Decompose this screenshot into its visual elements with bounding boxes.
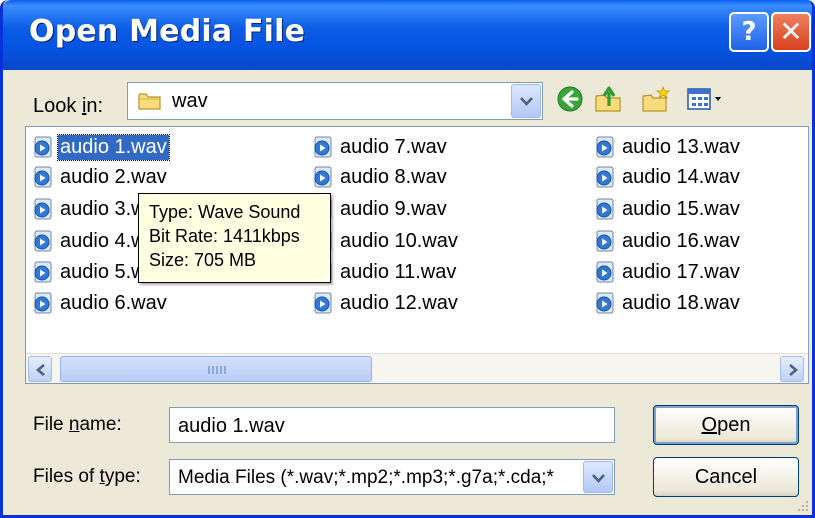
- open-button[interactable]: Open: [653, 405, 799, 445]
- file-name: audio 6.wav: [60, 291, 167, 314]
- view-menu-icon[interactable]: [685, 84, 727, 114]
- file-item[interactable]: audio 10.wav: [312, 227, 460, 255]
- file-item[interactable]: audio 1.wav: [32, 133, 170, 161]
- scroll-left-button[interactable]: [28, 356, 52, 382]
- tooltip-bitrate: Bit Rate: 1411kbps: [149, 226, 300, 246]
- scroll-thumb[interactable]: [60, 356, 372, 382]
- audio-file-icon: [34, 136, 52, 158]
- scroll-right-button[interactable]: [780, 356, 804, 382]
- file-info-tooltip: Type: Wave Sound Bit Rate: 1411kbps Size…: [138, 193, 331, 283]
- look-in-label: Look in:: [33, 95, 104, 117]
- file-name: audio 15.wav: [622, 197, 740, 220]
- file-name: audio 12.wav: [340, 291, 458, 314]
- file-name: audio 1.wav: [57, 133, 170, 161]
- audio-file-icon: [34, 261, 52, 283]
- new-folder-icon[interactable]: [641, 84, 671, 114]
- audio-file-icon: [34, 198, 52, 220]
- tooltip-type: Type: Wave Sound: [149, 202, 301, 222]
- file-name: audio 8.wav: [340, 165, 447, 188]
- audio-file-icon: [314, 136, 332, 158]
- folder-icon: [138, 93, 161, 110]
- audio-file-icon: [596, 230, 614, 252]
- back-icon[interactable]: [555, 84, 585, 114]
- cancel-button[interactable]: Cancel: [653, 457, 799, 497]
- chevron-right-icon: [789, 364, 798, 376]
- file-item[interactable]: audio 12.wav: [312, 289, 460, 317]
- help-button[interactable]: ?: [729, 12, 769, 52]
- scroll-grip: [208, 366, 226, 374]
- audio-file-icon: [596, 166, 614, 188]
- audio-file-icon: [34, 166, 52, 188]
- file-name: audio 2.wav: [60, 165, 167, 188]
- file-item[interactable]: audio 15.wav: [594, 195, 742, 223]
- open-media-file-dialog: Open Media File ? ✕ Look in: wav audio 1…: [0, 0, 815, 518]
- file-name: audio 10.wav: [340, 229, 458, 252]
- file-name: audio 14.wav: [622, 165, 740, 188]
- file-name: audio 11.wav: [340, 260, 457, 283]
- file-name-input[interactable]: audio 1.wav: [169, 407, 615, 443]
- file-item[interactable]: audio 6.wav: [32, 289, 169, 317]
- resize-grip-icon[interactable]: [794, 497, 810, 513]
- file-name: audio 13.wav: [622, 135, 740, 158]
- window-title: Open Media File: [29, 14, 306, 49]
- file-item[interactable]: audio 7.wav: [312, 133, 449, 161]
- audio-file-icon: [34, 292, 52, 314]
- file-type-value: Media Files (*.wav;*.mp2;*.mp3;*.g7a;*.c…: [178, 467, 554, 488]
- audio-file-icon: [596, 261, 614, 283]
- look-in-value: wav: [172, 90, 208, 112]
- tooltip-size: Size: 705 MB: [149, 250, 257, 270]
- file-type-dropdown[interactable]: Media Files (*.wav;*.mp2;*.mp3;*.g7a;*.c…: [169, 459, 615, 495]
- look-in-dropdown-button[interactable]: [511, 84, 541, 118]
- file-name: audio 17.wav: [622, 260, 740, 283]
- audio-file-icon: [34, 230, 52, 252]
- file-item[interactable]: audio 2.wav: [32, 163, 169, 191]
- audio-file-icon: [596, 198, 614, 220]
- title-bar[interactable]: Open Media File ? ✕: [3, 0, 812, 70]
- audio-file-icon: [596, 136, 614, 158]
- file-name: audio 7.wav: [340, 135, 447, 158]
- close-button[interactable]: ✕: [771, 12, 811, 52]
- file-item[interactable]: audio 13.wav: [594, 133, 742, 161]
- file-item[interactable]: audio 16.wav: [594, 227, 742, 255]
- file-item[interactable]: audio 8.wav: [312, 163, 449, 191]
- file-item[interactable]: audio 9.wav: [312, 195, 449, 223]
- chevron-down-icon: [520, 97, 533, 106]
- look-in-dropdown[interactable]: wav: [127, 82, 543, 120]
- file-item[interactable]: audio 11.wav: [312, 258, 458, 286]
- file-type-dropdown-button[interactable]: [583, 461, 613, 493]
- close-icon: ✕: [779, 15, 803, 48]
- audio-file-icon: [314, 166, 332, 188]
- help-icon: ?: [741, 17, 757, 47]
- file-name: audio 16.wav: [622, 229, 740, 252]
- file-name: audio 18.wav: [622, 291, 740, 314]
- file-name-label: File name:: [33, 414, 122, 435]
- file-name: audio 9.wav: [340, 197, 447, 220]
- chevron-left-icon: [36, 364, 45, 376]
- file-item[interactable]: audio 18.wav: [594, 289, 742, 317]
- audio-file-icon: [596, 292, 614, 314]
- file-type-label: Files of type:: [33, 466, 141, 487]
- chevron-down-icon: [592, 474, 605, 483]
- up-folder-icon[interactable]: [593, 84, 623, 114]
- file-item[interactable]: audio 14.wav: [594, 163, 742, 191]
- horizontal-scrollbar[interactable]: [26, 353, 808, 383]
- file-item[interactable]: audio 17.wav: [594, 258, 742, 286]
- audio-file-icon: [314, 292, 332, 314]
